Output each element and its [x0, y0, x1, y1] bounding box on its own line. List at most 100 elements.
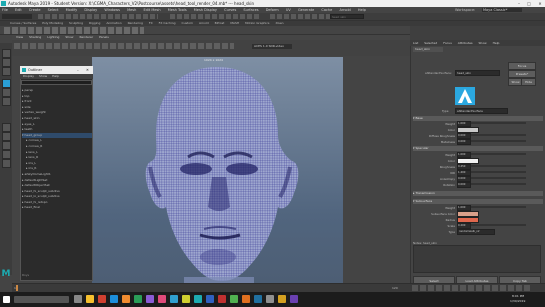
head-mesh-wireframe[interactable]: [92, 57, 343, 283]
app-icon[interactable]: [230, 295, 238, 303]
panel-menu-view[interactable]: View: [16, 35, 23, 39]
app-icon[interactable]: [158, 295, 166, 303]
shelf-tab[interactable]: MASH: [230, 21, 239, 25]
menu-select[interactable]: Select: [48, 8, 59, 12]
app-icon[interactable]: [182, 295, 190, 303]
current-frame-marker[interactable]: [16, 285, 18, 291]
app-icon[interactable]: [290, 295, 298, 303]
app-icon[interactable]: [218, 295, 226, 303]
outliner-title-bar[interactable]: Outliner – ✕: [20, 66, 93, 74]
menu-mesh[interactable]: Mesh: [127, 8, 136, 12]
menu-surfaces[interactable]: Surfaces: [243, 8, 258, 12]
section-transmission[interactable]: ▸ Transmission: [413, 191, 543, 196]
task-view-icon[interactable]: [74, 295, 82, 303]
menu-help[interactable]: Help: [358, 8, 366, 12]
outliner-search-field[interactable]: [21, 80, 92, 85]
focus-button[interactable]: Focus: [508, 62, 536, 70]
app-icon[interactable]: [278, 295, 286, 303]
menu-edit-mesh[interactable]: Edit Mesh: [143, 8, 160, 12]
outliner-close-button[interactable]: ✕: [86, 66, 89, 74]
panel-menu-show[interactable]: Show: [65, 35, 73, 39]
node-name-field[interactable]: head_skin: [455, 70, 500, 76]
panel-menu-panels[interactable]: Panels: [99, 35, 109, 39]
move-tool-icon[interactable]: [2, 79, 11, 88]
close-button[interactable]: ✕: [535, 0, 545, 7]
app-icon[interactable]: [266, 295, 274, 303]
layout-outliner-icon[interactable]: [2, 150, 11, 159]
attr-menu-attributes[interactable]: Attributes: [458, 41, 473, 45]
minimize-button[interactable]: –: [514, 0, 524, 7]
app-icon[interactable]: [110, 295, 118, 303]
app-icon[interactable]: [98, 295, 106, 303]
taskbar-search-box[interactable]: [14, 296, 69, 303]
attr-value-field[interactable]: 0.000: [457, 182, 471, 188]
layout-single-icon[interactable]: [2, 123, 11, 132]
menu-cache[interactable]: Cache: [321, 8, 332, 12]
shelf-tab[interactable]: Bifrost: [215, 21, 225, 25]
outliner-minimize-button[interactable]: –: [77, 66, 79, 74]
status-icons[interactable]: [38, 14, 158, 19]
time-slider[interactable]: 1 120: [12, 283, 545, 292]
attr-slider[interactable]: [471, 140, 526, 142]
notes-field[interactable]: [413, 245, 541, 273]
shelf-tab[interactable]: Rigging: [89, 21, 100, 25]
attr-menu-show[interactable]: Show: [479, 41, 487, 45]
shelf-tab[interactable]: Motion Graphics: [245, 21, 269, 25]
render-icons[interactable]: [270, 14, 330, 19]
outliner-menu-help[interactable]: Help: [52, 74, 59, 78]
app-icon[interactable]: [254, 295, 262, 303]
menu-curves[interactable]: Curves: [224, 8, 236, 12]
app-icon[interactable]: [206, 295, 214, 303]
attr-menu-list[interactable]: List: [413, 41, 418, 45]
attr-menu-help[interactable]: Help: [493, 41, 500, 45]
attr-slider[interactable]: [471, 153, 526, 155]
layout-four-icon[interactable]: [2, 132, 11, 141]
lasso-tool-icon[interactable]: [2, 58, 11, 67]
app-icon[interactable]: [122, 295, 130, 303]
shelf-tab[interactable]: FX Caching: [159, 21, 176, 25]
app-icon[interactable]: [146, 295, 154, 303]
shelf-tab[interactable]: Custom: [181, 21, 193, 25]
attr-slider[interactable]: [471, 122, 526, 124]
shelf-tab[interactable]: Animation: [106, 21, 121, 25]
menu-modify[interactable]: Modify: [66, 8, 78, 12]
section-specular[interactable]: ▾ Specular: [413, 146, 543, 151]
outliner-item[interactable]: ▸ head_final: [22, 205, 92, 211]
shelf-tab[interactable]: Arnold: [199, 21, 209, 25]
node-tab[interactable]: head_skin: [413, 47, 443, 52]
hide-button[interactable]: Hide: [521, 78, 536, 86]
color-space-dropdown[interactable]: ACES 1.0 SDR-video: [252, 44, 292, 49]
panel-menu-shading[interactable]: Shading: [29, 35, 41, 39]
rotate-tool-icon[interactable]: [2, 88, 11, 97]
menu-display[interactable]: Display: [84, 8, 97, 12]
attr-slider[interactable]: [471, 134, 526, 136]
menu-edit[interactable]: Edit: [15, 8, 22, 12]
shelf-tab[interactable]: XGen: [275, 21, 283, 25]
menu-mesh-tools[interactable]: Mesh Tools: [168, 8, 187, 12]
attr-value-field[interactable]: 0.000: [457, 139, 471, 145]
attr-slider[interactable]: [471, 177, 526, 179]
layout-graph-icon[interactable]: [2, 159, 11, 168]
outliner-menu-show[interactable]: Show: [39, 74, 47, 78]
outliner-menu-display[interactable]: Display: [23, 74, 34, 78]
app-icon[interactable]: [134, 295, 142, 303]
shelf-tab[interactable]: Poly Modeling: [42, 21, 63, 25]
windows-start-icon[interactable]: [3, 296, 10, 303]
attr-slider[interactable]: [471, 206, 526, 208]
app-icon[interactable]: [170, 295, 178, 303]
panel-menu-renderer[interactable]: Renderer: [79, 35, 93, 39]
menu-uv[interactable]: UV: [286, 8, 291, 12]
attr-slider[interactable]: [471, 183, 526, 185]
menu-mesh-display[interactable]: Mesh Display: [194, 8, 217, 12]
attr-slider[interactable]: [471, 171, 526, 173]
menu-create[interactable]: Create: [29, 8, 41, 12]
shelf-tab[interactable]: Curves / Surfaces: [10, 21, 36, 25]
viewport[interactable]: 1024 x 1024 persp: [92, 57, 343, 283]
workspace-dropdown[interactable]: Maya Classic*: [482, 8, 522, 12]
shelf-tab[interactable]: Sculpting: [69, 21, 83, 25]
playback-controls[interactable]: [412, 285, 532, 291]
menu-deform[interactable]: Deform: [266, 8, 279, 12]
snap-icons[interactable]: [170, 14, 260, 19]
search-input[interactable]: [330, 14, 364, 19]
panel-tool-icons[interactable]: [14, 43, 234, 49]
